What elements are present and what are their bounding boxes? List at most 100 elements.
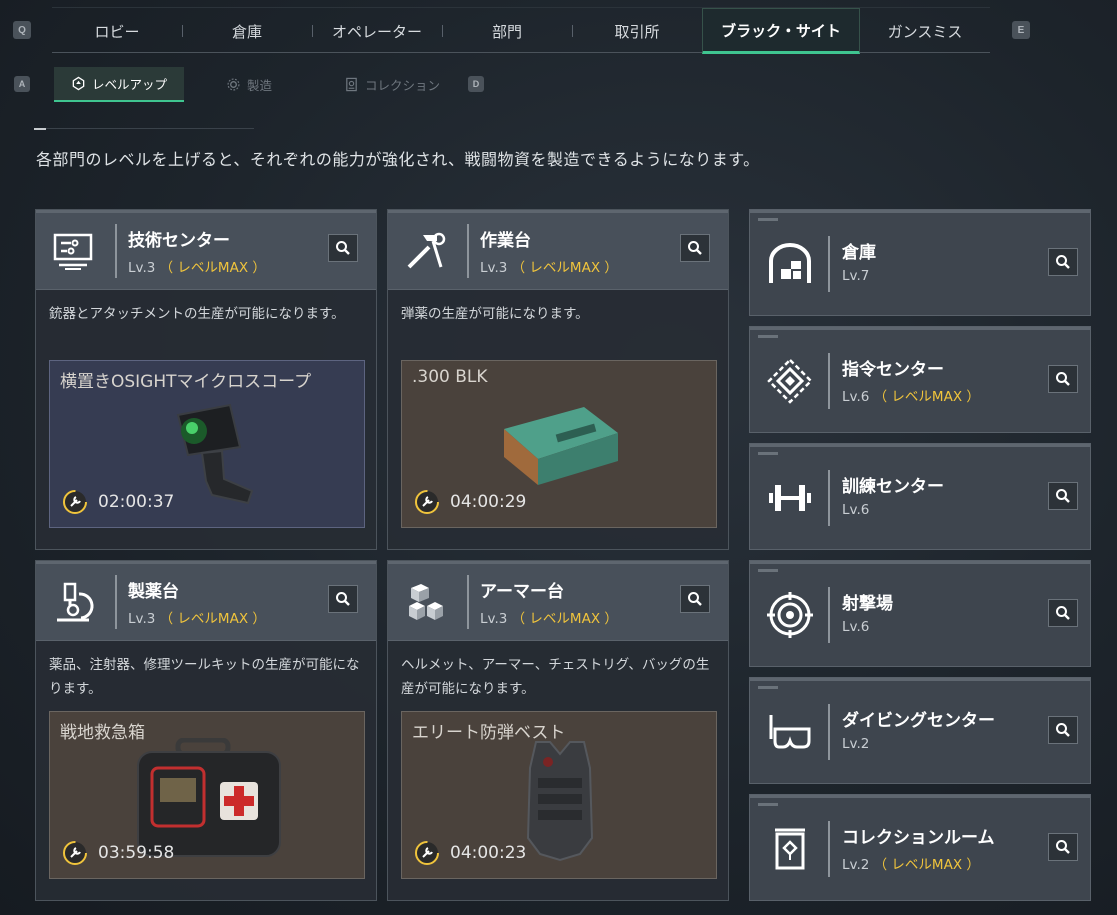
- header-separator: [828, 236, 830, 292]
- card-collection-room[interactable]: コレクションルーム Lv.2 （ レベルMAX ）: [749, 794, 1091, 901]
- subtab-crafting[interactable]: 製造: [184, 67, 314, 102]
- subtab-level-up[interactable]: レベルアップ: [54, 67, 184, 102]
- inspect-button[interactable]: [1048, 365, 1078, 393]
- production-slot[interactable]: エリート防弾ベスト 04:00:23: [401, 711, 717, 879]
- card-description: 薬品、注射器、修理ツールキットの生産が可能になります。: [49, 657, 360, 697]
- inspect-button[interactable]: [680, 585, 710, 613]
- level-value: Lv.3: [128, 611, 156, 627]
- armor-bench-icon: [402, 581, 448, 623]
- wrench-timer-icon: [63, 841, 87, 865]
- tab-departments[interactable]: 部門: [442, 8, 572, 54]
- card-tag: [758, 686, 778, 689]
- card-pharmacy[interactable]: 製薬台 Lv.3 （ レベルMAX ） 薬品、注射器、修理ツールキットの生産が可…: [35, 560, 377, 901]
- production-timer: 02:00:37: [62, 489, 174, 515]
- card-level: Lv.3 （ レベルMAX ）: [128, 607, 266, 627]
- card-command-center[interactable]: 指令センター Lv.6 （ レベルMAX ）: [749, 326, 1091, 433]
- magnifier-icon: [1056, 840, 1070, 854]
- card-tag: [758, 335, 778, 338]
- collection-room-icon: [766, 825, 814, 873]
- card-level: Lv.6: [842, 502, 869, 518]
- card-tech-center[interactable]: 技術センター Lv.3 （ レベルMAX ） 銃器とアタッチメントの生産が可能に…: [35, 209, 377, 550]
- production-slot[interactable]: 横置きOSIGHTマイクロスコープ 02:00:37: [49, 360, 365, 528]
- page-description: 各部門のレベルを上げると、それぞれの能力が強化され、戦闘物資を製造できるようにな…: [36, 150, 760, 169]
- inspect-button[interactable]: [328, 585, 358, 613]
- header-separator: [828, 587, 830, 643]
- tab-exchange[interactable]: 取引所: [572, 8, 702, 54]
- collection-icon: [346, 77, 357, 92]
- gear-icon: [227, 78, 240, 91]
- inspect-button[interactable]: [1048, 599, 1078, 627]
- inspect-button[interactable]: [1048, 482, 1078, 510]
- tech-center-icon: [50, 230, 96, 272]
- tab-lobby[interactable]: ロビー: [52, 8, 182, 54]
- subtab-level-up-label: レベルアップ: [91, 77, 167, 92]
- timer-value: 02:00:37: [98, 492, 175, 512]
- tab-black-site[interactable]: ブラック・サイト: [702, 8, 860, 54]
- tab-operators[interactable]: オペレーター: [312, 8, 442, 54]
- inspect-button[interactable]: [1048, 248, 1078, 276]
- header-separator: [828, 353, 830, 409]
- level-value: Lv.7: [842, 268, 870, 284]
- wrench-timer-icon: [63, 490, 87, 514]
- card-level: Lv.6 （ レベルMAX ）: [842, 385, 980, 405]
- next-tab-key[interactable]: E: [1012, 21, 1030, 39]
- card-title: 訓練センター: [842, 477, 944, 497]
- card-level: Lv.7: [842, 268, 869, 284]
- command-center-icon: [766, 357, 814, 405]
- level-max-badge: （ レベルMAX ）: [873, 857, 980, 873]
- production-timer: 04:00:23: [414, 840, 526, 866]
- card-shooting-range[interactable]: 射撃場 Lv.6: [749, 560, 1091, 667]
- storage-icon: [766, 240, 814, 288]
- level-value: Lv.2: [842, 736, 870, 752]
- card-level: Lv.2: [842, 736, 869, 752]
- product-name: 戦地救急箱: [60, 723, 145, 743]
- inspect-button[interactable]: [680, 234, 710, 262]
- level-value: Lv.6: [842, 389, 870, 405]
- inspect-button[interactable]: [1048, 716, 1078, 744]
- header-separator: [828, 704, 830, 760]
- card-training-center[interactable]: 訓練センター Lv.6: [749, 443, 1091, 550]
- magnifier-icon: [688, 592, 702, 606]
- card-tag: [758, 452, 778, 455]
- card-title: ダイビングセンター: [842, 711, 995, 731]
- inspect-button[interactable]: [1048, 833, 1078, 861]
- card-title: 作業台: [480, 231, 531, 251]
- production-slot[interactable]: .300 BLK 04:00:29: [401, 360, 717, 528]
- subtab-crafting-label: 製造: [246, 78, 272, 93]
- header-separator: [115, 575, 117, 629]
- card-tag: [758, 218, 778, 221]
- magnifier-icon: [1056, 489, 1070, 503]
- inspect-button[interactable]: [328, 234, 358, 262]
- level-value: Lv.6: [842, 502, 870, 518]
- prev-tab-key[interactable]: Q: [13, 21, 31, 39]
- scope-item-image: [176, 403, 254, 505]
- tab-gunsmith[interactable]: ガンスミス: [860, 8, 990, 54]
- level-value: Lv.3: [480, 611, 508, 627]
- magnifier-icon: [336, 592, 350, 606]
- production-slot[interactable]: 戦地救急箱 03:59:58: [49, 711, 365, 879]
- card-level: Lv.6: [842, 619, 869, 635]
- card-title: 射撃場: [842, 594, 893, 614]
- wrench-timer-icon: [415, 490, 439, 514]
- production-timer: 03:59:58: [62, 840, 174, 866]
- magnifier-icon: [688, 241, 702, 255]
- card-storage[interactable]: 倉庫 Lv.7: [749, 209, 1091, 316]
- card-description: 銃器とアタッチメントの生産が可能になります。: [49, 306, 345, 322]
- card-armor-bench[interactable]: アーマー台 Lv.3 （ レベルMAX ） ヘルメット、アーマー、チェストリグ、…: [387, 560, 729, 901]
- card-workbench[interactable]: 作業台 Lv.3 （ レベルMAX ） 弾薬の生産が可能になります。 .300 …: [387, 209, 729, 550]
- card-title: アーマー台: [480, 582, 564, 602]
- sub-navigation: レベルアップ 製造 コレクション: [54, 67, 470, 102]
- level-max-badge: （ レベルMAX ）: [511, 260, 618, 276]
- magnifier-icon: [1056, 372, 1070, 386]
- prev-subtab-key[interactable]: A: [14, 76, 30, 92]
- card-tag: [758, 803, 778, 806]
- dumbbell-icon: [766, 474, 814, 522]
- card-level: Lv.2 （ レベルMAX ）: [842, 853, 980, 873]
- tab-storage[interactable]: 倉庫: [182, 8, 312, 54]
- magnifier-icon: [1056, 255, 1070, 269]
- next-subtab-key[interactable]: D: [468, 76, 484, 92]
- subtab-collection[interactable]: コレクション: [314, 67, 470, 102]
- product-name: .300 BLK: [412, 367, 488, 387]
- workbench-icon: [402, 230, 448, 272]
- card-diving-center[interactable]: ダイビングセンター Lv.2: [749, 677, 1091, 784]
